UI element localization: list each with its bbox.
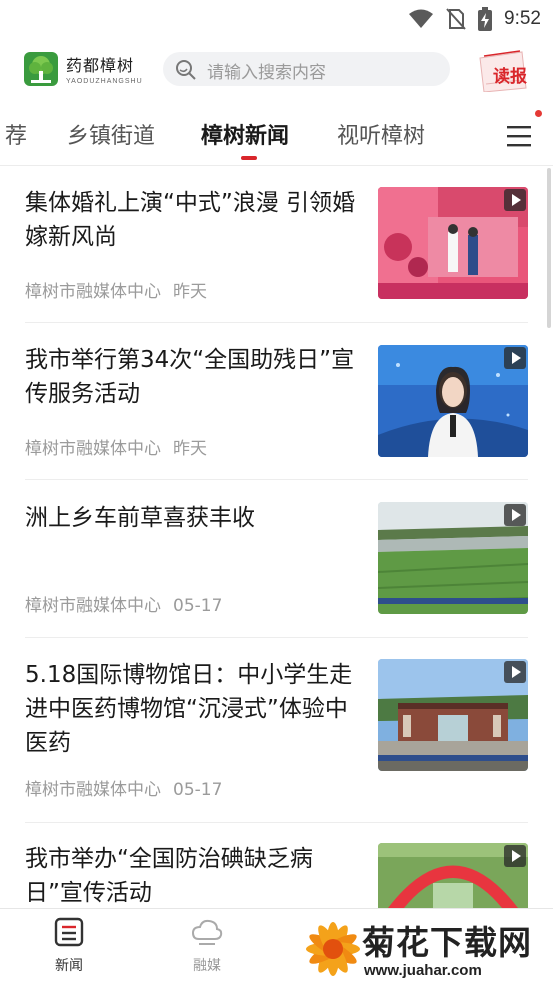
notification-dot (535, 110, 542, 117)
nav-media[interactable]: 融媒 (177, 917, 237, 975)
news-thumbnail[interactable] (378, 345, 528, 457)
news-time: 05-17 (173, 596, 223, 616)
play-icon (504, 504, 526, 526)
news-title[interactable]: 我市举行第34次“全国助残日”宣传服务活动 (25, 343, 367, 411)
news-meta: 樟树市融媒体中心 05-17 (25, 591, 222, 616)
divider (25, 637, 528, 638)
status-bar: 9:52 (0, 0, 553, 38)
tab-recommend[interactable]: 荐 (5, 118, 27, 150)
news-source: 樟树市融媒体中心 (25, 282, 161, 302)
play-icon (504, 189, 526, 211)
status-time: 9:52 (504, 8, 541, 29)
logo-icon[interactable] (24, 52, 58, 86)
active-tab-indicator (241, 156, 257, 160)
cloud-icon (191, 919, 223, 945)
read-newspaper-button[interactable]: 读报 (474, 48, 536, 92)
divider (25, 322, 528, 323)
chrysanthemum-logo-icon (306, 922, 360, 976)
play-icon (504, 347, 526, 369)
watermark-url: www.juahar.com (364, 962, 482, 979)
news-time: 昨天 (173, 282, 207, 302)
nav-news[interactable]: 新闻 (39, 917, 99, 975)
news-time: 05-17 (173, 780, 223, 800)
divider (25, 479, 528, 480)
news-title[interactable]: 集体婚礼上演“中式”浪漫 引领婚嫁新风尚 (25, 186, 367, 254)
news-meta: 樟树市融媒体中心 05-17 (25, 775, 222, 800)
tab-zhangshu-news[interactable]: 樟树新闻 (201, 118, 289, 150)
news-thumbnail[interactable] (378, 843, 528, 908)
news-title[interactable]: 洲上乡车前草喜获丰收 (25, 501, 367, 535)
brand-subtitle: YAODUZHANGSHU (66, 78, 143, 85)
no-sim-icon (446, 8, 466, 30)
play-icon (504, 845, 526, 867)
tabs-fade (436, 104, 496, 164)
news-thumbnail[interactable] (378, 502, 528, 614)
search-icon (176, 60, 196, 80)
news-source: 樟树市融媒体中心 (25, 439, 161, 459)
nav-media-label: 融媒 (193, 958, 221, 974)
news-source: 樟树市融媒体中心 (25, 596, 161, 616)
watermark-title: 菊花下载网 (362, 923, 532, 962)
play-icon (504, 661, 526, 683)
news-thumbnail[interactable] (378, 187, 528, 299)
news-title[interactable]: 我市举办“全国防治碘缺乏病日”宣传活动 (25, 842, 367, 910)
tab-audiovisual[interactable]: 视听樟树 (337, 118, 425, 150)
tab-towns-streets[interactable]: 乡镇街道 (67, 118, 155, 150)
nav-news-label: 新闻 (55, 958, 83, 974)
read-label: 读报 (493, 67, 527, 87)
scrollbar[interactable] (547, 168, 551, 328)
news-time: 昨天 (173, 439, 207, 459)
news-icon (54, 917, 84, 947)
search-placeholder: 请输入搜索内容 (207, 63, 326, 83)
channel-tabs: 荐 乡镇街道 樟树新闻 视听樟树 (0, 104, 553, 166)
news-thumbnail[interactable] (378, 659, 528, 771)
brand: 药都樟树 YAODUZHANGSHU (66, 52, 143, 85)
battery-charging-icon (478, 7, 493, 31)
search-input[interactable]: 请输入搜索内容 (163, 52, 450, 86)
divider (25, 822, 528, 823)
news-source: 樟树市融媒体中心 (25, 780, 161, 800)
news-meta: 樟树市融媒体中心 昨天 (25, 277, 207, 302)
menu-icon[interactable] (505, 124, 533, 148)
wifi-icon (409, 9, 434, 28)
news-meta: 樟树市融媒体中心 昨天 (25, 434, 207, 459)
news-title[interactable]: 5.18国际博物馆日：中小学生走进中医药博物馆“沉浸式”体验中医药 (25, 658, 367, 760)
watermark: 菊花下载网 www.juahar.com (300, 912, 553, 983)
brand-name: 药都樟树 (66, 56, 135, 75)
app-header: 药都樟树 YAODUZHANGSHU 请输入搜索内容 读报 (0, 44, 553, 96)
